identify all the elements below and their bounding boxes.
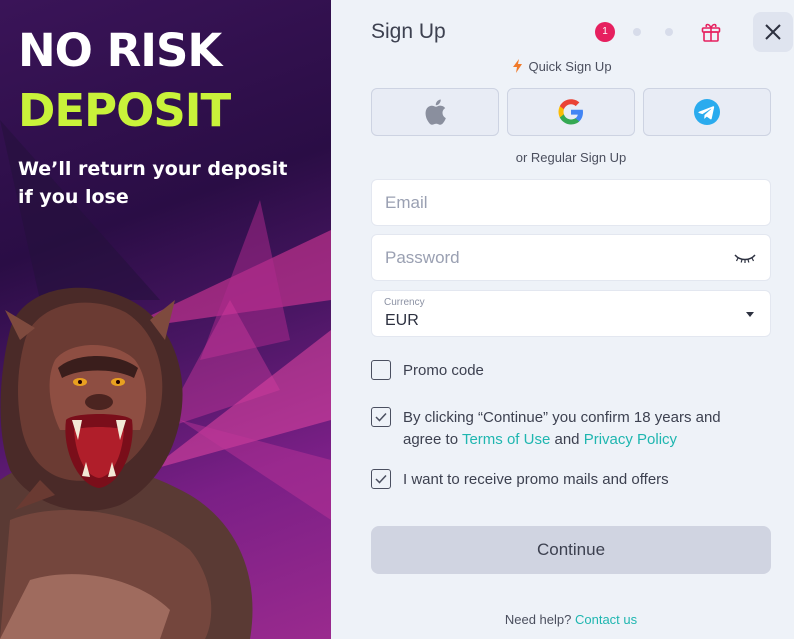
promo-title-line1: NO RISK <box>18 24 222 77</box>
contact-us-link[interactable]: Contact us <box>575 612 637 627</box>
help-line: Need help? Contact us <box>331 612 794 627</box>
step-indicator-2 <box>633 28 641 36</box>
telegram-signup-button[interactable] <box>643 88 771 136</box>
checkmark-icon <box>375 412 387 422</box>
promo-mails-label: I want to receive promo mails and offers <box>403 471 669 488</box>
step-indicator-3 <box>665 28 673 36</box>
google-icon <box>558 99 583 125</box>
promo-code-row: Promo code <box>371 360 484 382</box>
step-indicator-active: 1 <box>595 22 615 42</box>
password-field[interactable] <box>371 234 771 281</box>
password-input[interactable] <box>372 235 712 280</box>
gorilla-illustration <box>0 287 253 639</box>
promo-code-checkbox[interactable] <box>371 360 391 380</box>
currency-select[interactable]: Currency EUR <box>371 290 771 337</box>
telegram-icon <box>694 99 720 125</box>
quick-signup-text: Quick Sign Up <box>528 59 612 74</box>
promo-title-line2: DEPOSIT <box>18 84 231 137</box>
apple-signup-button[interactable] <box>371 88 499 136</box>
apple-icon <box>425 99 446 125</box>
signup-title: Sign Up <box>371 20 446 43</box>
promo-banner: NO RISK DEPOSIT We’ll return your deposi… <box>0 0 331 639</box>
close-icon <box>765 24 781 40</box>
terms-and: and <box>550 431 584 448</box>
signup-panel: Sign Up 1 Quick Sign Up or Regular Sign … <box>331 0 794 639</box>
privacy-policy-link[interactable]: Privacy Policy <box>584 431 677 448</box>
google-signup-button[interactable] <box>507 88 635 136</box>
currency-value: EUR <box>385 312 419 329</box>
continue-button[interactable]: Continue <box>371 526 771 574</box>
help-text: Need help? <box>504 612 572 627</box>
promo-mails-checkbox[interactable] <box>371 469 391 489</box>
regular-signup-label: or Regular Sign Up <box>515 150 627 165</box>
email-field[interactable] <box>371 179 771 226</box>
eye-closed-icon[interactable] <box>734 253 756 263</box>
email-input[interactable] <box>372 180 712 225</box>
checkmark-icon <box>375 474 387 484</box>
currency-label: Currency <box>384 297 425 308</box>
terms-text: By clicking “Continue” you confirm 18 ye… <box>403 407 753 451</box>
promo-code-label: Promo code <box>403 362 484 379</box>
terms-row: By clicking “Continue” you confirm 18 ye… <box>371 407 753 451</box>
caret-down-icon <box>746 312 754 317</box>
promo-mails-row: I want to receive promo mails and offers <box>371 469 669 491</box>
terms-checkbox[interactable] <box>371 407 391 427</box>
gift-icon[interactable] <box>700 21 722 43</box>
close-button[interactable] <box>753 12 793 52</box>
terms-of-use-link[interactable]: Terms of Use <box>462 431 550 448</box>
lightning-icon <box>513 59 523 73</box>
promo-subtitle: We’ll return your deposit if you lose <box>18 158 288 208</box>
quick-signup-label: Quick Sign Up <box>331 59 794 74</box>
